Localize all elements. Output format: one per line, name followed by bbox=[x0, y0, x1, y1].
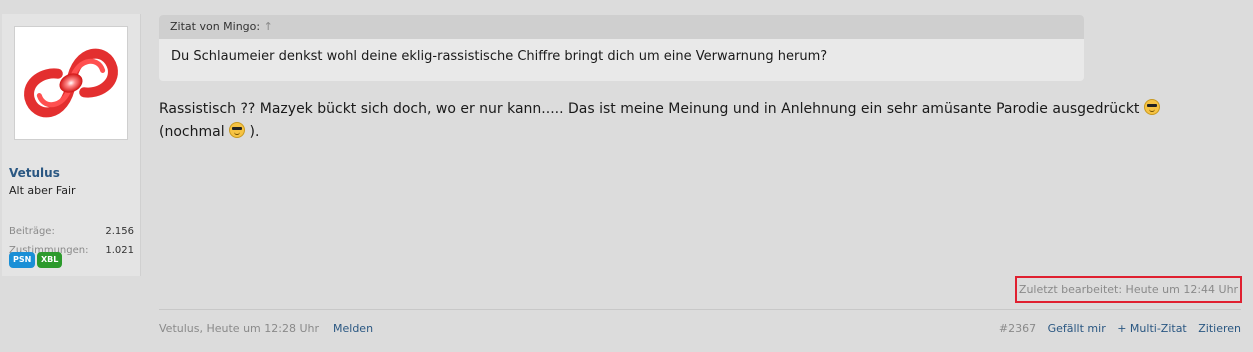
quote-header: Zitat von Mingo: ↑ bbox=[159, 15, 1084, 39]
cool-sunglasses-emoji-icon bbox=[1143, 99, 1160, 115]
username[interactable]: Vetulus bbox=[9, 166, 60, 180]
message-text-1: Rassistisch ?? Mazyek bückt sich doch, w… bbox=[159, 101, 1140, 117]
footer-divider bbox=[159, 309, 1241, 310]
galaxy-avatar-icon bbox=[24, 48, 118, 118]
avatar[interactable] bbox=[14, 26, 128, 140]
quote-author: Zitat von Mingo: bbox=[170, 20, 261, 33]
stat-label-posts: Beiträge: bbox=[9, 226, 55, 237]
post-author-time-link[interactable]: Vetulus, Heute um 12:28 Uhr bbox=[159, 322, 319, 335]
message-text-3: ). bbox=[249, 124, 260, 140]
quote-button[interactable]: Zitieren bbox=[1198, 322, 1241, 335]
post-meta: Vetulus, Heute um 12:28 Uhr Melden bbox=[159, 322, 373, 335]
stat-value-reactions: 1.021 bbox=[105, 245, 134, 256]
stat-value-posts: 2.156 bbox=[105, 226, 134, 237]
post-message: Rassistisch ?? Mazyek bückt sich doch, w… bbox=[159, 98, 1229, 144]
post-actions: #2367 Gefällt mir + Multi-Zitat Zitieren bbox=[991, 322, 1241, 335]
quote-block: Zitat von Mingo: ↑ Du Schlaumeier denkst… bbox=[159, 15, 1084, 81]
like-button[interactable]: Gefällt mir bbox=[1048, 322, 1106, 335]
cool-sunglasses-emoji-icon bbox=[229, 122, 246, 138]
quote-text: Du Schlaumeier denkst wohl deine eklig-r… bbox=[171, 49, 828, 64]
quote-jump-arrow-icon[interactable]: ↑ bbox=[264, 20, 273, 33]
user-title: Alt aber Fair bbox=[9, 184, 76, 197]
multiquote-button[interactable]: + Multi-Zitat bbox=[1117, 322, 1187, 335]
report-link[interactable]: Melden bbox=[333, 322, 373, 335]
user-panel: Vetulus Alt aber Fair Beiträge: 2.156 Zu… bbox=[2, 14, 141, 276]
last-edited-note: Zuletzt bearbeitet: Heute um 12:44 Uhr bbox=[1015, 276, 1242, 303]
post-number-link[interactable]: #2367 bbox=[999, 322, 1036, 335]
message-text-2: (nochmal bbox=[159, 124, 225, 140]
psn-badge[interactable]: PSN bbox=[9, 252, 36, 268]
xbl-badge[interactable]: XBL bbox=[37, 252, 63, 268]
